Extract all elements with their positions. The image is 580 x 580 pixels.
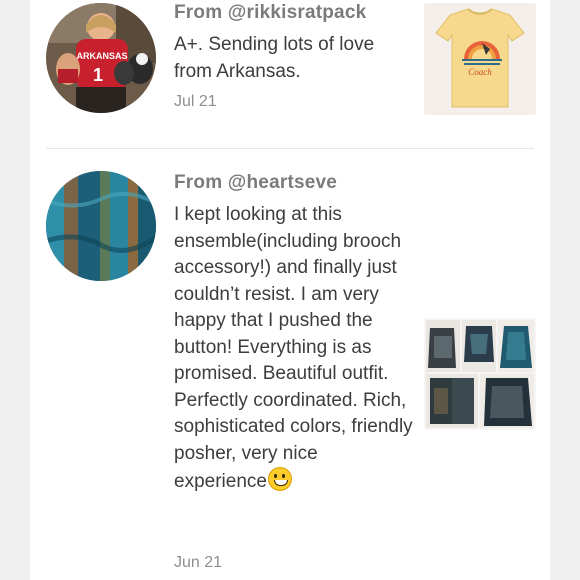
review-text: I kept looking at this ensemble(includin… <box>174 202 414 496</box>
jersey-number: 1 <box>93 65 103 85</box>
reviewer-avatar[interactable]: ARKANSAS 1 <box>46 3 156 113</box>
review-item: From @heartseve I kept looking at this e… <box>30 150 550 580</box>
review-author[interactable]: From @heartseve <box>174 172 337 194</box>
listing-thumbnail[interactable]: Coach <box>424 3 536 115</box>
review-text-content: I kept looking at this ensemble(includin… <box>174 204 413 492</box>
review-text: A+. Sending lots of love from Arkansas. <box>174 34 375 82</box>
review-date: Jul 21 <box>174 93 217 110</box>
review-date: Jun 21 <box>174 554 223 571</box>
review-author[interactable]: From @rikkisratpack <box>174 2 366 24</box>
shirt-print-text: Coach <box>468 67 492 77</box>
jersey-text: ARKANSAS <box>76 51 127 61</box>
review-divider <box>46 148 534 149</box>
grinning-face-emoji-icon <box>267 467 292 491</box>
reviews-card: ARKANSAS 1 From @rikkisratpack A+. Sendi… <box>30 0 550 580</box>
review-item: ARKANSAS 1 From @rikkisratpack A+. Sendi… <box>30 0 550 148</box>
reviewer-avatar[interactable] <box>46 171 156 281</box>
listing-thumbnail[interactable] <box>424 318 536 430</box>
